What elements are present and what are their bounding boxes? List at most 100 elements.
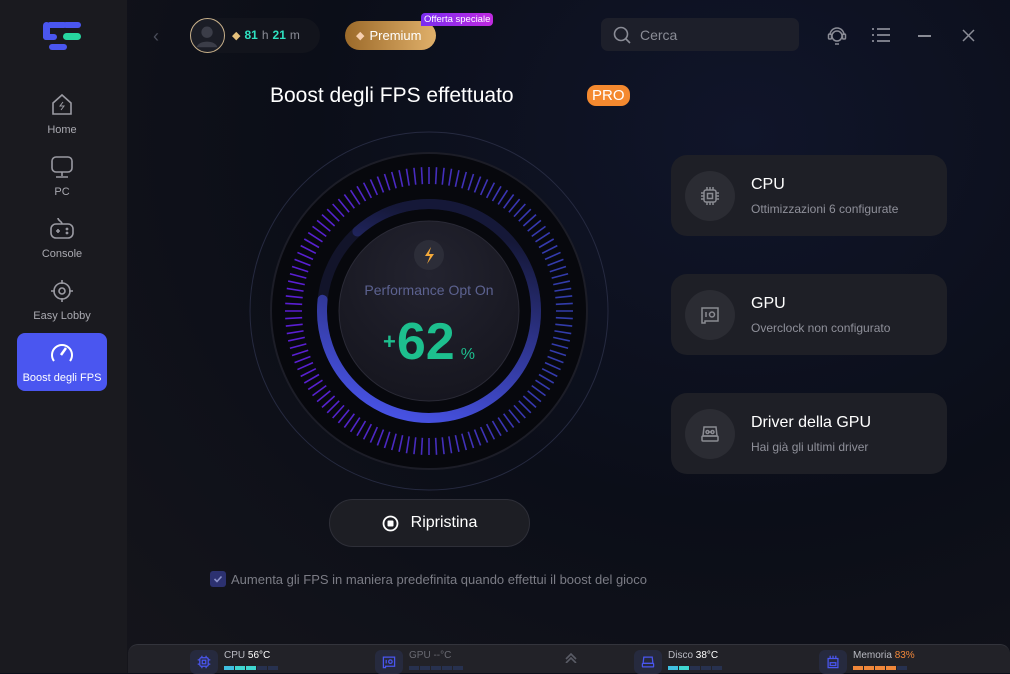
gauge-tick [434,167,438,185]
app-logo [43,22,81,50]
special-offer-badge: Offerta speciale [421,13,494,26]
memory-icon [827,655,839,669]
support-headset-icon[interactable] [827,25,847,45]
card-subtitle: Hai già gli ultimi driver [751,440,869,454]
stop-icon [382,515,399,531]
level-bars [409,666,463,670]
level-segment [679,666,689,670]
level-segment [224,666,234,670]
home-icon [52,93,72,115]
crosshair-icon [51,280,73,302]
level-segment [886,666,896,670]
fps-boost-value: + 62 % [339,312,519,372]
monitor-icon [51,156,73,178]
value-unit: % [460,346,475,363]
sidebar-item-home[interactable]: Home [17,85,107,143]
search-icon [613,26,631,44]
status-bar: CPU 56°C GPU --°C Disco 38°C Memoria 83% [128,644,1010,674]
sidebar-item-label: Easy Lobby [33,310,91,322]
level-segment [420,666,430,670]
minutes-value: 21 [272,28,286,42]
gpu-driver-card[interactable]: Driver della GPU Hai già gli ultimi driv… [671,393,947,474]
level-bars [853,666,915,670]
gpu-card[interactable]: GPU Overclock non configurato [671,274,947,355]
premium-label: Premium [369,28,422,43]
gpu-icon [382,656,396,669]
level-segment [409,666,419,670]
status-gpu[interactable]: GPU --°C [375,650,463,674]
status-value: 56°C [247,650,271,661]
default-boost-checkbox[interactable]: Aumenta gli FPS in maniera predefinita q… [210,571,647,587]
sidebar-item-label: Console [41,248,83,260]
pro-badge: PRO [587,85,630,106]
sidebar-item-label: Home [47,124,77,136]
search-placeholder: Cerca [640,26,678,43]
gauge-tick [555,316,573,320]
level-segment [864,666,874,670]
check-icon [213,575,223,583]
level-segment [442,666,452,670]
search-input[interactable]: Cerca [601,18,799,51]
gamepad-icon [50,217,74,239]
avatar[interactable] [190,18,225,53]
card-title: GPU [751,295,786,312]
gauge-tick [420,167,424,185]
reset-label: Ripristina [410,514,478,531]
speedometer-icon [51,344,73,362]
expand-chevron-up-icon[interactable] [564,653,578,663]
fps-boost-gauge [249,131,609,491]
minutes-unit: m [289,28,300,42]
cpu-card[interactable]: CPU Ottimizzazioni 6 configurate [671,155,947,236]
page-title: Boost degli FPS effettuato [270,84,514,107]
level-segment [712,666,722,670]
playtime: ◆ 81 h 21 m [232,28,300,42]
diamond-icon: ◆ [356,30,365,42]
gauge-tick [555,302,573,306]
level-segment [246,666,256,670]
card-subtitle: Overclock non configurato [751,321,891,335]
close-button[interactable] [962,29,975,42]
sidebar-item-pc[interactable]: PC [17,147,107,205]
driver-icon [701,426,719,442]
level-segment [701,666,711,670]
minimize-button[interactable] [918,35,931,37]
cpu-icon [701,187,719,205]
gauge-tick [434,437,438,455]
checkbox-label: Aumenta gli FPS in maniera predefinita q… [231,571,648,587]
level-segment [431,666,441,670]
card-title: CPU [751,176,785,193]
menu-list-icon[interactable] [872,27,890,43]
status-cpu[interactable]: CPU 56°C [190,650,278,674]
diamond-icon: ◆ [232,29,241,42]
back-button[interactable]: ‹ [153,26,159,47]
level-segment [257,666,267,670]
card-title: Driver della GPU [751,414,872,431]
level-segment [235,666,245,670]
sidebar-item-boost-fps[interactable]: Boost degli FPS [17,333,107,391]
level-segment [690,666,700,670]
sidebar-item-label: Boost degli FPS [22,372,102,384]
gpu-icon [701,307,719,324]
sidebar-item-easy-lobby[interactable]: Easy Lobby [17,271,107,329]
checkbox[interactable] [210,571,226,587]
hours-value: 81 [244,28,258,42]
status-value: 38°C [695,650,719,661]
level-bars [668,666,722,670]
gauge-tick [420,437,424,455]
disk-icon [641,656,655,668]
status-memory[interactable]: Memoria 83% [819,650,915,674]
sidebar-item-console[interactable]: Console [17,209,107,267]
level-segment [668,666,678,670]
reset-button[interactable]: Ripristina [329,499,530,547]
status-label: GPU [409,650,431,661]
level-segment [853,666,863,670]
gauge-tick [285,302,303,306]
sidebar: Home PC Console Easy Lobby Boost degli F… [0,0,127,673]
status-label: CPU [224,650,246,661]
card-subtitle: Ottimizzazioni 6 configurate [751,202,899,216]
level-bars [224,666,278,670]
level-segment [897,666,907,670]
cpu-icon [197,655,211,669]
status-value: 83% [894,650,915,661]
status-disk[interactable]: Disco 38°C [634,650,722,674]
